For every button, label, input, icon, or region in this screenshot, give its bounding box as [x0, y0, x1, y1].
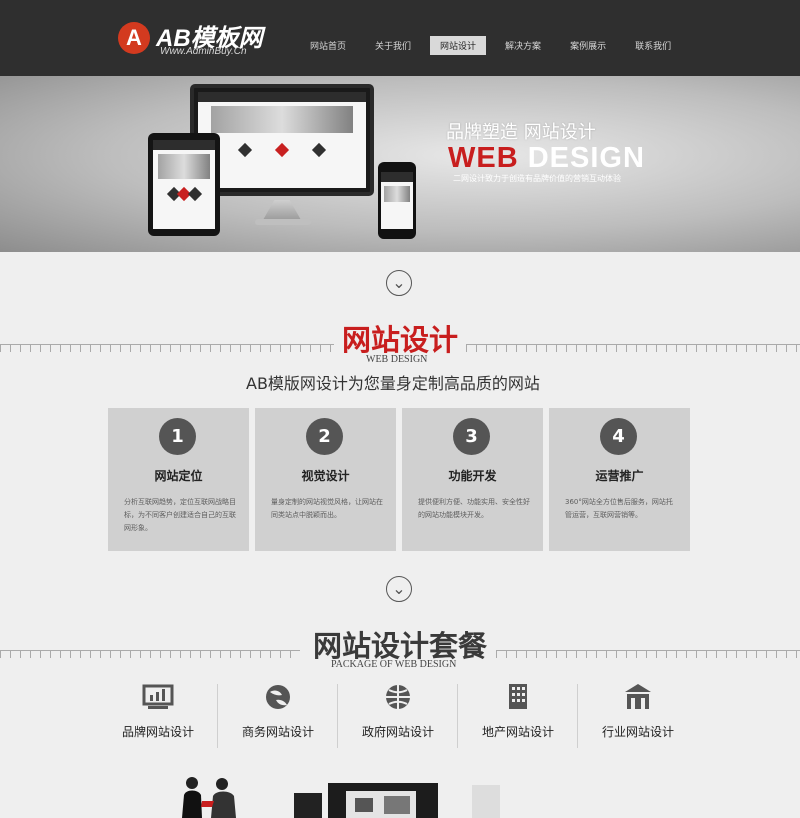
package-government[interactable]: 政府网站设计	[338, 680, 458, 752]
package-industry[interactable]: 行业网站设计	[578, 680, 698, 752]
website-screens-image	[294, 783, 500, 818]
banner-subtitle: 二网设计致力于创造有品牌价值的营销互动体验	[453, 174, 621, 183]
right-ruler-packages	[496, 650, 800, 658]
step-number: 3	[453, 418, 490, 455]
business-people-image	[182, 777, 236, 818]
package-real-estate[interactable]: 地产网站设计	[458, 680, 578, 752]
nav-cases[interactable]: 案例展示	[560, 36, 616, 55]
package-label: 行业网站设计	[601, 725, 674, 739]
phone-screen	[381, 172, 413, 229]
card-title: 功能开发	[448, 469, 497, 483]
package-label: 政府网站设计	[361, 725, 434, 739]
card-title: 运营推广	[595, 469, 644, 483]
mini-header	[198, 92, 366, 102]
monitor-base	[255, 219, 311, 225]
banner-headline: WEB DESIGN	[448, 142, 645, 175]
tablet-screen	[153, 140, 215, 229]
nav-about[interactable]: 关于我们	[365, 36, 421, 55]
left-ruler-packages	[0, 650, 300, 658]
mini-icons	[237, 142, 327, 157]
site-header: A AB模板网 Www.AdminBuy.Cn 网站首页 关于我们 网站设计 解…	[0, 0, 800, 76]
service-card-development[interactable]: 3 功能开发 提供便利方便、功能实用、安全性好的网站功能模块开发。	[402, 408, 543, 551]
package-list: 品牌网站设计 商务网站设计 政府网站设计 地产网站设计 行业网站设计	[98, 680, 698, 752]
service-card-visual-design[interactable]: 2 视觉设计 量身定制的网站视觉风格，让网站在同类站点中脱颖而出。	[255, 408, 396, 551]
nav-contact[interactable]: 联系我们	[625, 36, 681, 55]
left-ruler	[0, 344, 334, 352]
monitor-stand	[263, 200, 301, 220]
package-business[interactable]: 商务网站设计	[218, 680, 338, 752]
card-description: 分析互联网趋势，定位互联网战略目标，为不同客户创建适合自己的互联网形象。	[124, 498, 236, 532]
card-description: 量身定制的网站视觉风格，让网站在同类站点中脱颖而出。	[271, 498, 383, 519]
mini-artwork	[211, 106, 353, 133]
card-description: 提供便利方便、功能实用、安全性好的网站功能模块开发。	[418, 498, 530, 519]
hero-banner: 品牌塑造 网站设计 WEB DESIGN 二网设计致力于创造有品牌价值的营销互动…	[0, 76, 800, 252]
banner-web-text: WEB	[448, 142, 519, 174]
chart-icon	[142, 684, 174, 709]
banner-tagline: 品牌塑造 网站设计	[446, 122, 596, 143]
service-card-promotion[interactable]: 4 运营推广 360°网站全方位售后服务，网站托管运营，互联网营销等。	[549, 408, 690, 551]
service-cards: 1 网站定位 分析互联网趋势，定位互联网战略目标，为不同客户创建适合自己的互联网…	[108, 408, 690, 551]
tablet-mini-icons	[166, 186, 202, 202]
section-english-web-design: WEB DESIGN	[366, 354, 428, 365]
right-ruler	[466, 344, 800, 352]
tablet-mini-header	[153, 140, 215, 150]
globe-icon	[266, 685, 290, 709]
building-icon	[509, 684, 527, 709]
nav-web-design[interactable]: 网站设计	[430, 36, 487, 55]
site-logo[interactable]: A AB模板网 Www.AdminBuy.Cn	[118, 22, 278, 62]
nav-solutions[interactable]: 解决方案	[495, 36, 551, 55]
web-design-page: A AB模板网 Www.AdminBuy.Cn 网站首页 关于我们 网站设计 解…	[0, 0, 800, 818]
monitor-screen	[198, 92, 366, 188]
tablet-mini-artwork	[157, 154, 211, 179]
chevron-down-icon[interactable]: ⌄	[386, 576, 412, 602]
service-card-positioning[interactable]: 1 网站定位 分析互联网趋势，定位互联网战略目标，为不同客户创建适合自己的互联网…	[108, 408, 249, 551]
section-english-packages: PACKAGE OF WEB DESIGN	[331, 659, 457, 670]
package-label: 地产网站设计	[481, 725, 554, 739]
phone-mockup	[378, 162, 416, 239]
phone-mini-header	[381, 172, 413, 182]
world-icon	[386, 685, 410, 709]
phone-mini-artwork	[383, 186, 411, 202]
card-title: 视觉设计	[301, 469, 350, 483]
banner-design-text: DESIGN	[527, 142, 645, 174]
section-subtitle: AB模版网设计为您量身定制高品质的网站	[246, 374, 540, 393]
logo-mark: A	[118, 22, 150, 54]
logo-url: Www.AdminBuy.Cn	[160, 46, 247, 57]
nav-home[interactable]: 网站首页	[300, 36, 356, 55]
card-title: 网站定位	[154, 469, 203, 483]
step-number: 4	[600, 418, 637, 455]
package-label: 品牌网站设计	[121, 725, 194, 739]
package-brand[interactable]: 品牌网站设计	[98, 680, 218, 752]
main-navigation: 网站首页 关于我们 网站设计 解决方案 案例展示 联系我们	[300, 36, 690, 55]
step-number: 1	[159, 418, 196, 455]
section-title-web-design: 网站设计	[342, 323, 459, 357]
chevron-down-icon[interactable]: ⌄	[386, 270, 412, 296]
step-number: 2	[306, 418, 343, 455]
industry-icon	[625, 684, 651, 709]
card-description: 360°网站全方位售后服务，网站托管运营，互联网营销等。	[565, 498, 673, 519]
package-label: 商务网站设计	[241, 725, 314, 739]
tablet-mockup	[148, 133, 220, 236]
